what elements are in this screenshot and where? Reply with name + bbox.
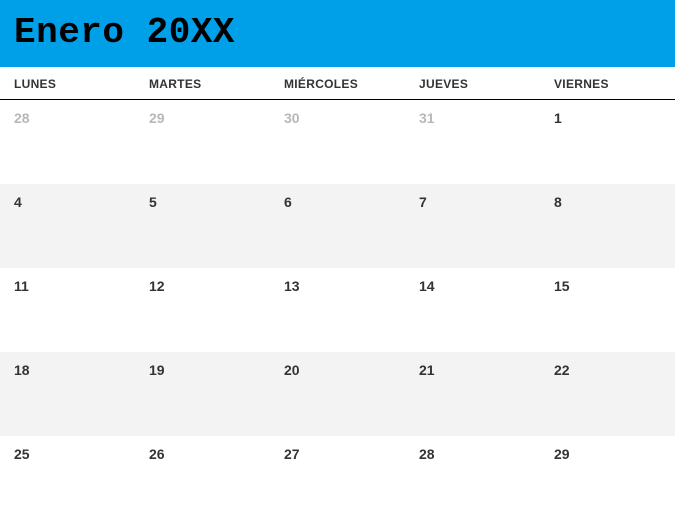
day-headers-row: LUNES MARTES MIÉRCOLES JUEVES VIERNES (0, 67, 675, 100)
day-cell: 4 (0, 184, 135, 268)
day-cell: 22 (540, 352, 675, 436)
week-row: 1819202122 (0, 352, 675, 436)
day-cell: 6 (270, 184, 405, 268)
day-cell: 11 (0, 268, 135, 352)
day-cell: 12 (135, 268, 270, 352)
week-row: 45678 (0, 184, 675, 268)
day-cell: 1 (540, 100, 675, 184)
day-cell: 14 (405, 268, 540, 352)
day-header: MARTES (135, 77, 270, 91)
day-cell: 28 (405, 436, 540, 520)
day-cell: 13 (270, 268, 405, 352)
day-cell: 20 (270, 352, 405, 436)
day-cell: 21 (405, 352, 540, 436)
day-cell: 26 (135, 436, 270, 520)
day-cell: 30 (270, 100, 405, 184)
day-cell: 29 (135, 100, 270, 184)
day-cell: 27 (270, 436, 405, 520)
week-row: 282930311 (0, 100, 675, 184)
day-header: JUEVES (405, 77, 540, 91)
day-cell: 5 (135, 184, 270, 268)
day-cell: 28 (0, 100, 135, 184)
day-cell: 25 (0, 436, 135, 520)
day-cell: 19 (135, 352, 270, 436)
day-cell: 8 (540, 184, 675, 268)
page-title: Enero 20XX (14, 12, 661, 53)
week-row: 1112131415 (0, 268, 675, 352)
day-cell: 29 (540, 436, 675, 520)
day-cell: 18 (0, 352, 135, 436)
day-header: VIERNES (540, 77, 675, 91)
day-cell: 7 (405, 184, 540, 268)
calendar-header: Enero 20XX (0, 0, 675, 67)
day-cell: 15 (540, 268, 675, 352)
day-header: LUNES (0, 77, 135, 91)
day-header: MIÉRCOLES (270, 77, 405, 91)
day-cell: 31 (405, 100, 540, 184)
calendar-grid: LUNES MARTES MIÉRCOLES JUEVES VIERNES 28… (0, 67, 675, 520)
weeks-container: 2829303114567811121314151819202122252627… (0, 100, 675, 520)
week-row: 2526272829 (0, 436, 675, 520)
